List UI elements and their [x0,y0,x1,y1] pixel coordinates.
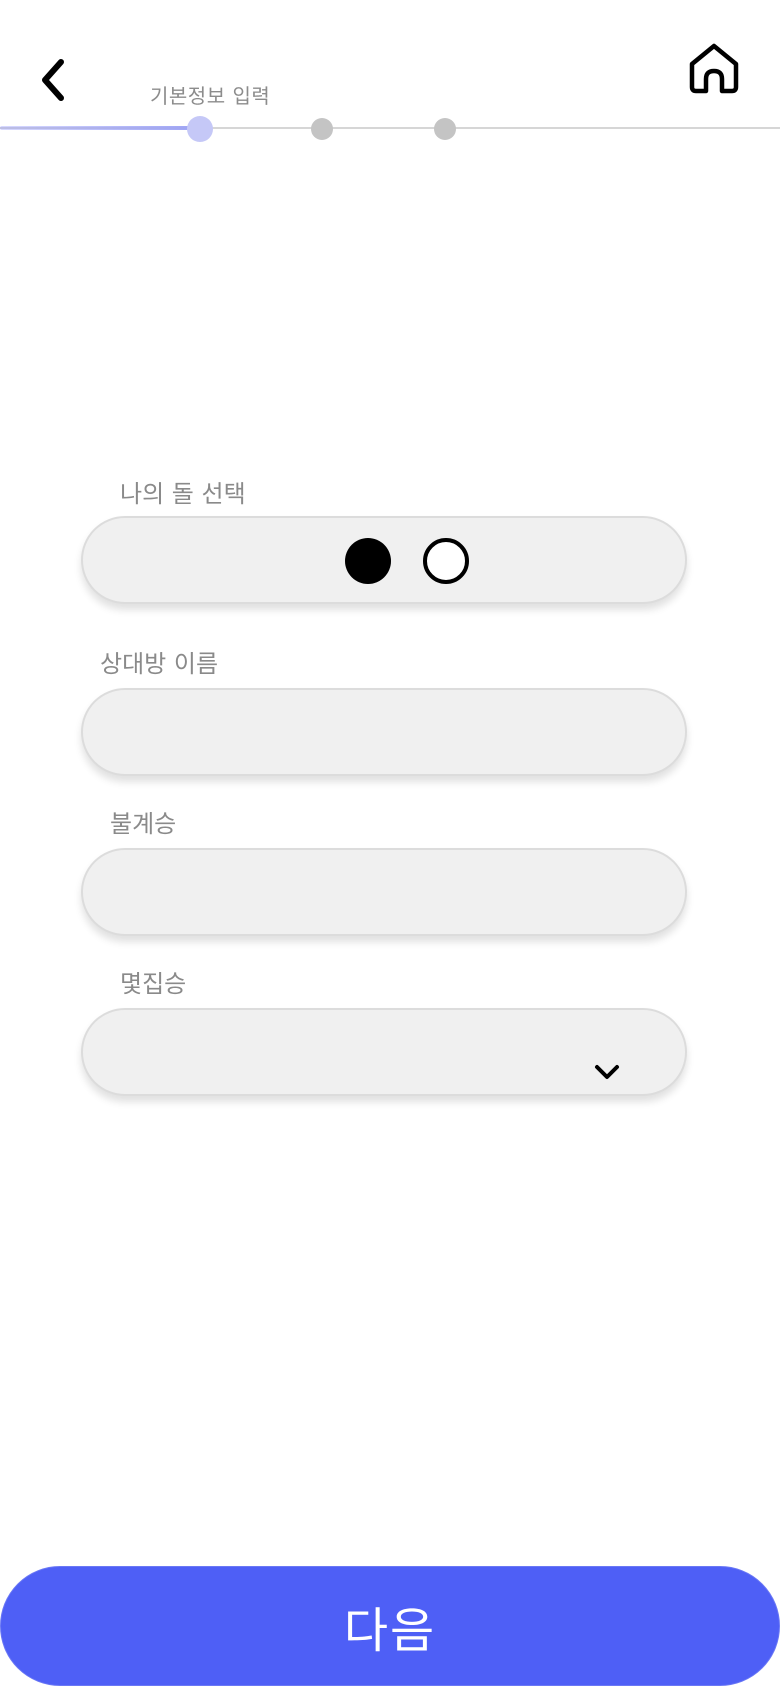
myeotjipseung-label: 몇집승 [120,970,187,998]
chevron-left-icon [42,59,64,101]
progress-step-label: 기본정보 입력 [150,84,271,108]
bulgyeseung-field [81,848,687,936]
opponent-name-field [81,688,687,776]
progress-fill [0,126,200,130]
myeotjipseung-dropdown[interactable] [81,1008,687,1096]
step-dot-1 [187,116,213,142]
next-button-label: 다음 [343,1603,437,1659]
back-button[interactable] [24,52,80,108]
opponent-name-label: 상대방 이름 [100,650,219,678]
home-icon [689,43,739,94]
bulgyeseung-label: 불계승 [110,810,177,838]
step-dot-3 [434,118,456,140]
chevron-down-icon [593,1062,621,1082]
home-button[interactable] [684,38,744,98]
next-button[interactable]: 다음 [0,1566,780,1686]
step-dot-2 [311,118,333,140]
bulgyeseung-input[interactable] [83,850,685,934]
stone-select-label: 나의 돌 선택 [120,480,246,508]
screen: 기본정보 입력 나의 돌 선택 상대방 이름 불계승 몇집승 다음 [0,0,780,1688]
black-stone-option[interactable] [345,538,391,584]
white-stone-option[interactable] [423,538,469,584]
stone-select-field [81,516,687,604]
opponent-name-input[interactable] [83,690,685,774]
